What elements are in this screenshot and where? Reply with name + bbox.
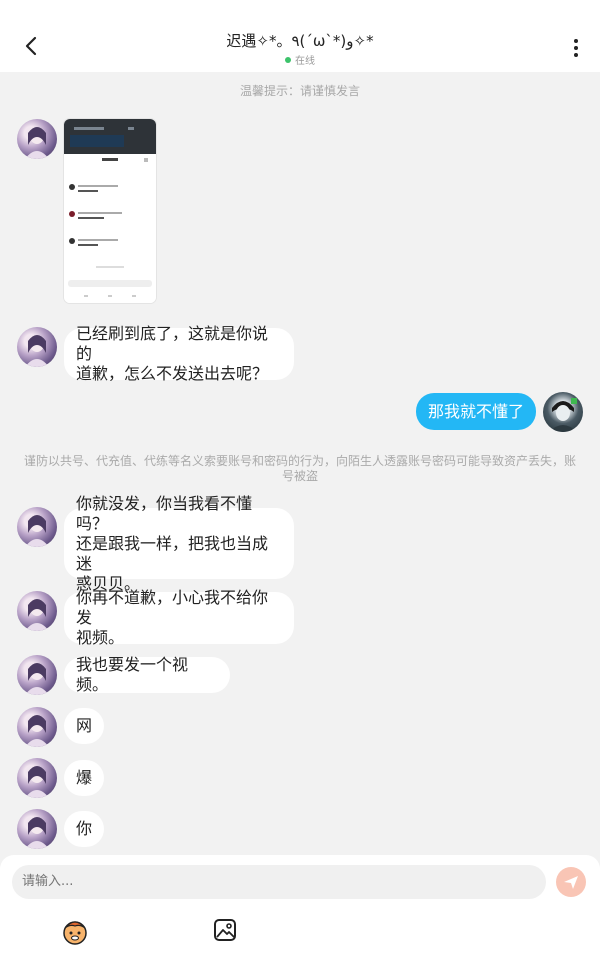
chat-tip: 温馨提示：请谨慎发言 xyxy=(239,84,360,98)
contact-avatar[interactable] xyxy=(17,591,57,631)
chat-header: 迟遇✧*。٩(ˊωˋ*)و✧* 在线 xyxy=(0,0,600,72)
composer-bar xyxy=(0,855,600,960)
contact-avatar[interactable] xyxy=(17,119,57,159)
image-thumbnail-header xyxy=(64,119,156,154)
message-text: 那我就不懂了 xyxy=(428,401,525,421)
message-bubble[interactable]: 你 xyxy=(64,811,104,847)
message-text: 已经刷到底了，这就是你说的 道歉，怎么不发送出去呢？ xyxy=(76,324,269,383)
contact-avatar[interactable] xyxy=(17,809,57,849)
image-picker-button[interactable] xyxy=(212,917,238,943)
image-message[interactable] xyxy=(64,119,156,303)
message-bubble[interactable]: 你再不道歉，小心我不给你发 视频。 xyxy=(64,588,294,647)
security-warning: 谨防以共号、代充值、代练等名义索要账号和密码的行为，向陌生人透露账号密码可能导致… xyxy=(24,454,577,483)
message-input[interactable] xyxy=(12,865,546,899)
emoji-sticker-icon xyxy=(63,921,87,945)
contact-avatar[interactable] xyxy=(17,655,57,695)
message-text: 你就没发，你当我看不懂吗？ 还是跟我一样，把我也当成迷 惑贝贝。 xyxy=(76,493,269,593)
contact-avatar[interactable] xyxy=(17,327,57,367)
online-status: 在线 xyxy=(0,52,600,67)
message-text: 爆 xyxy=(76,768,93,787)
message-text: 网 xyxy=(76,716,93,735)
message-bubble[interactable]: 爆 xyxy=(64,760,104,796)
contact-avatar[interactable] xyxy=(17,707,57,747)
my-avatar[interactable] xyxy=(543,392,583,432)
send-button[interactable] xyxy=(556,867,586,897)
online-dot xyxy=(285,57,291,63)
more-options-button[interactable] xyxy=(566,32,586,60)
send-icon xyxy=(564,876,578,889)
message-bubble[interactable]: 我也要发一个视频。 xyxy=(64,655,230,694)
image-picker-icon xyxy=(214,919,236,941)
message-bubble[interactable]: 你就没发，你当我看不懂吗？ 还是跟我一样，把我也当成迷 惑贝贝。 xyxy=(64,494,294,593)
message-text: 你 xyxy=(76,819,93,838)
more-vertical-icon xyxy=(574,39,578,57)
image-thumbnail-content xyxy=(64,154,156,303)
message-text: 我也要发一个视频。 xyxy=(76,655,189,694)
message-bubble[interactable]: 已经刷到底了，这就是你说的 道歉，怎么不发送出去呢？ xyxy=(64,324,294,383)
message-bubble[interactable]: 网 xyxy=(64,708,104,744)
contact-avatar[interactable] xyxy=(17,758,57,798)
message-text: 你再不道歉，小心我不给你发 视频。 xyxy=(76,588,269,647)
emoji-button[interactable] xyxy=(60,916,90,946)
online-status-text: 在线 xyxy=(295,56,315,67)
chat-title: 迟遇✧*。٩(ˊωˋ*)و✧* xyxy=(226,32,374,50)
my-message-bubble[interactable]: 那我就不懂了 xyxy=(416,393,536,430)
contact-avatar[interactable] xyxy=(17,507,57,547)
